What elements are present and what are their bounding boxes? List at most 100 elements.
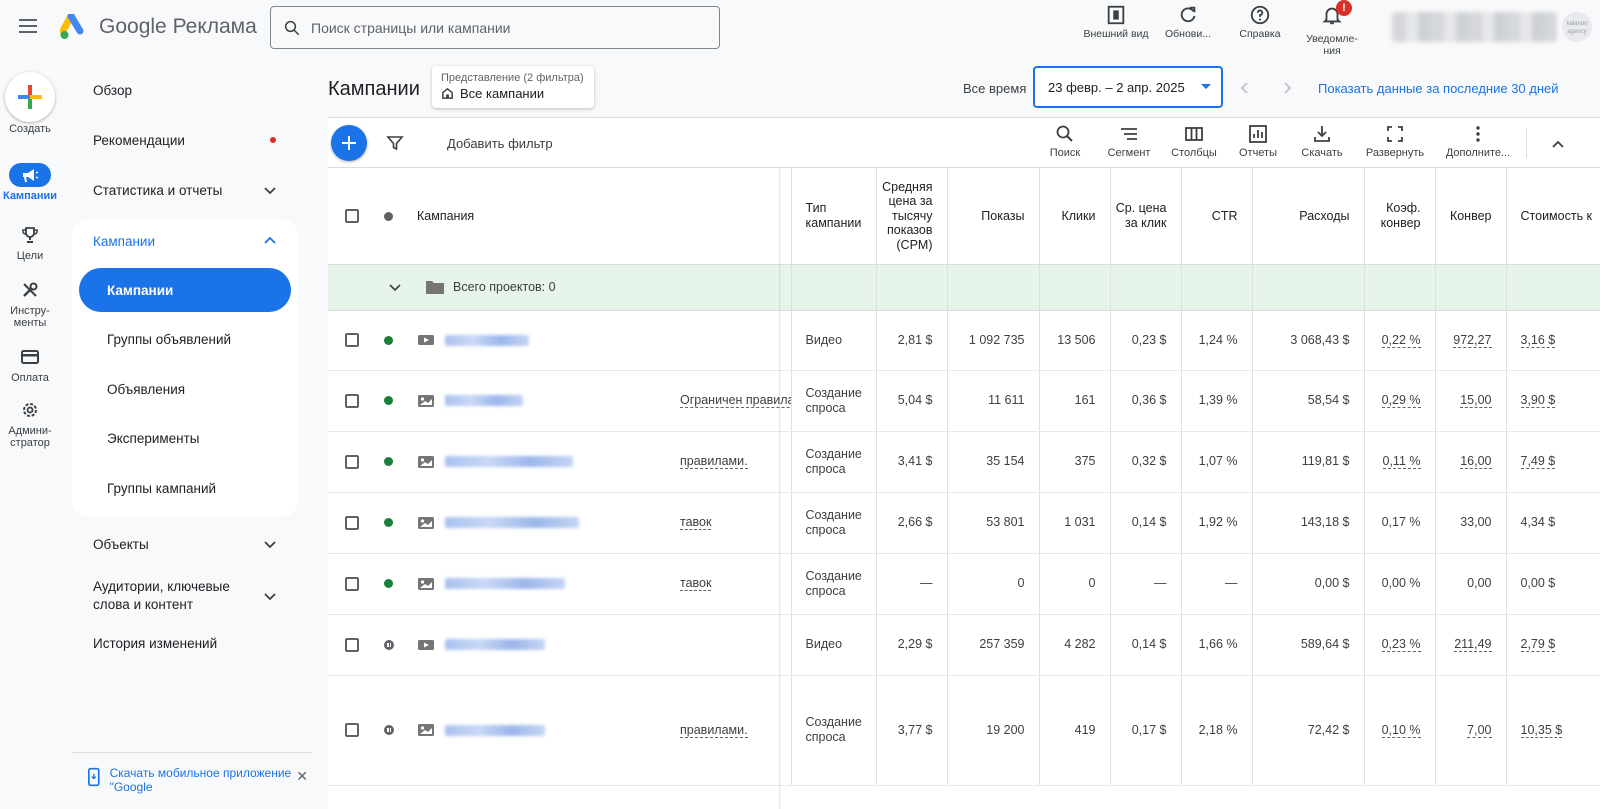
- menu-icon[interactable]: [16, 16, 40, 40]
- row-checkbox[interactable]: [345, 576, 359, 591]
- header-impressions[interactable]: Показы: [947, 168, 1040, 265]
- row-checkbox[interactable]: [345, 637, 359, 652]
- nav-sub-experiments[interactable]: Эксперименты: [79, 416, 291, 460]
- view-selector[interactable]: Представление (2 фильтра) Все кампании: [432, 66, 594, 108]
- nav-sub-campaigns[interactable]: Кампании: [79, 268, 291, 312]
- campaign-name-link[interactable]: [445, 724, 545, 736]
- value-cpc: 0,14 $: [1131, 637, 1167, 651]
- chevron-left-icon[interactable]: [1237, 80, 1253, 96]
- row-checkbox[interactable]: [345, 393, 359, 408]
- tool-more[interactable]: Дополните...: [1435, 124, 1521, 159]
- campaign-name-link[interactable]: [445, 517, 579, 528]
- value-conv-rate[interactable]: 0,11 %: [1382, 454, 1421, 469]
- mobile-app-banner[interactable]: Скачать мобильное приложение "Google ✕: [88, 766, 308, 794]
- close-icon[interactable]: ✕: [296, 768, 308, 785]
- value-cost-per-conv[interactable]: 7,49 $: [1520, 454, 1556, 469]
- add-campaign-button[interactable]: [331, 125, 367, 161]
- nav-recommendations[interactable]: Рекомендации: [72, 118, 298, 162]
- chevron-right-icon[interactable]: [1279, 80, 1295, 96]
- row-checkbox[interactable]: [345, 333, 359, 348]
- refresh-button[interactable]: Обнови...: [1152, 4, 1224, 57]
- status-reason-text[interactable]: тавок: [680, 576, 712, 591]
- nav-campaigns-header[interactable]: Кампании: [72, 219, 298, 263]
- filter-icon[interactable]: [386, 134, 404, 152]
- nav-sub-ad-groups[interactable]: Группы объявлений: [79, 317, 291, 361]
- appearance-button[interactable]: Внешний вид: [1080, 4, 1152, 57]
- value-conversions[interactable]: 15,00: [1460, 393, 1492, 408]
- header-conversions[interactable]: Конвер: [1435, 168, 1507, 265]
- row-checkbox[interactable]: [345, 723, 359, 738]
- header-status-cell[interactable]: [375, 168, 403, 265]
- status-reason-text[interactable]: тавок: [680, 515, 712, 530]
- value-conv-rate[interactable]: 0,22 %: [1381, 332, 1421, 348]
- last-30-days-link[interactable]: Показать данные за последние 30 дней: [1318, 81, 1559, 96]
- tool-download[interactable]: Скачать: [1289, 124, 1355, 159]
- rail-item-goals[interactable]: Цели: [0, 223, 60, 262]
- row-checkbox[interactable]: [345, 454, 359, 469]
- search-input[interactable]: [311, 19, 691, 36]
- value-conv-rate[interactable]: 0,23 %: [1381, 637, 1421, 652]
- rail-item-admin[interactable]: Админи- стратор: [0, 398, 60, 449]
- header-cost[interactable]: Расходы: [1252, 168, 1365, 265]
- header-clicks[interactable]: Клики: [1039, 168, 1111, 265]
- tool-columns[interactable]: Столбцы: [1161, 124, 1227, 159]
- header-campaign[interactable]: Кампания: [403, 168, 680, 265]
- value-conv-rate[interactable]: 0,29 %: [1381, 393, 1421, 408]
- tool-reports[interactable]: Отчеты: [1227, 124, 1289, 159]
- rail-item-tools[interactable]: Инстру- менты: [0, 278, 60, 329]
- date-range-picker[interactable]: 23 февр. – 2 апр. 2025: [1033, 66, 1223, 108]
- nav-sub-campaign-groups[interactable]: Группы кампаний: [79, 466, 291, 510]
- status-reason-text[interactable]: правилами.: [680, 722, 748, 738]
- status-reason-text[interactable]: Ограничен правилами: [680, 393, 790, 408]
- header-cpm[interactable]: Средняя цена за тысячу показов (CPM): [876, 168, 948, 265]
- notifications-button[interactable]: ! Уведомле- ния: [1296, 0, 1368, 57]
- mobile-app-link[interactable]: Скачать мобильное приложение "Google: [110, 766, 298, 794]
- help-button[interactable]: Справка: [1224, 4, 1296, 57]
- add-filter-button[interactable]: Добавить фильтр: [447, 136, 553, 151]
- value-conversions[interactable]: 16,00: [1460, 454, 1492, 469]
- row-status-cell: [375, 492, 403, 554]
- header-conv-rate[interactable]: Коэф. конвер: [1364, 168, 1436, 265]
- row-checkbox[interactable]: [345, 515, 359, 530]
- header-cpc[interactable]: Ср. цена за клик: [1110, 168, 1182, 265]
- select-all-checkbox[interactable]: [345, 209, 359, 224]
- status-reason-text[interactable]: правилами.: [680, 454, 748, 469]
- header-type[interactable]: Тип кампании: [791, 168, 877, 265]
- value-conversions[interactable]: 211,49: [1454, 637, 1492, 652]
- nav-overview[interactable]: Обзор: [72, 68, 298, 112]
- value-cost-per-conv[interactable]: 2,79 $: [1520, 637, 1556, 652]
- value-conversions[interactable]: 7,00: [1467, 722, 1492, 738]
- nav-objects[interactable]: Объекты: [72, 522, 298, 566]
- rail-item-campaigns[interactable]: Кампании: [0, 163, 60, 202]
- cell-cpc: 0,17 $: [1110, 675, 1182, 786]
- campaign-name-link[interactable]: [445, 334, 529, 346]
- campaign-name-link[interactable]: [445, 456, 573, 467]
- search-box[interactable]: [270, 6, 720, 49]
- tool-segment[interactable]: Сегмент: [1097, 124, 1161, 159]
- chevron-up-icon[interactable]: [1550, 136, 1566, 152]
- tool-expand[interactable]: Развернуть: [1355, 124, 1435, 159]
- nav-change-history[interactable]: История изменений: [72, 621, 298, 665]
- create-button[interactable]: [5, 72, 55, 122]
- rail-item-billing[interactable]: Оплата: [0, 345, 60, 384]
- chevron-down-icon[interactable]: [387, 279, 403, 295]
- account-info-blurred[interactable]: [1392, 12, 1557, 42]
- campaign-name-link[interactable]: [445, 395, 523, 406]
- value-cost-per-conv[interactable]: 3,90 $: [1520, 393, 1556, 408]
- video-campaign-icon: [418, 335, 434, 345]
- value-cost-per-conv[interactable]: 3,16 $: [1520, 332, 1556, 348]
- value-cost-per-conv[interactable]: 10,35 $: [1520, 722, 1563, 738]
- nav-audiences[interactable]: Аудитории, ключевые слова и контент: [72, 570, 298, 622]
- nav-stats-reports[interactable]: Статистика и отчеты: [72, 168, 298, 212]
- cell-clicks: 161: [1039, 370, 1111, 432]
- avatar[interactable]: kalanon agency: [1562, 12, 1592, 42]
- campaign-name-link[interactable]: [445, 639, 545, 650]
- tool-search[interactable]: Поиск: [1033, 124, 1097, 159]
- value-conversions[interactable]: 972,27: [1453, 332, 1492, 348]
- header-cost-per-conv[interactable]: Стоимость к: [1506, 168, 1600, 265]
- card-icon: [21, 350, 39, 364]
- nav-sub-ads[interactable]: Объявления: [79, 367, 291, 411]
- header-ctr[interactable]: CTR: [1181, 168, 1253, 265]
- value-conv-rate[interactable]: 0,10 %: [1381, 722, 1421, 738]
- campaign-name-link[interactable]: [445, 578, 565, 589]
